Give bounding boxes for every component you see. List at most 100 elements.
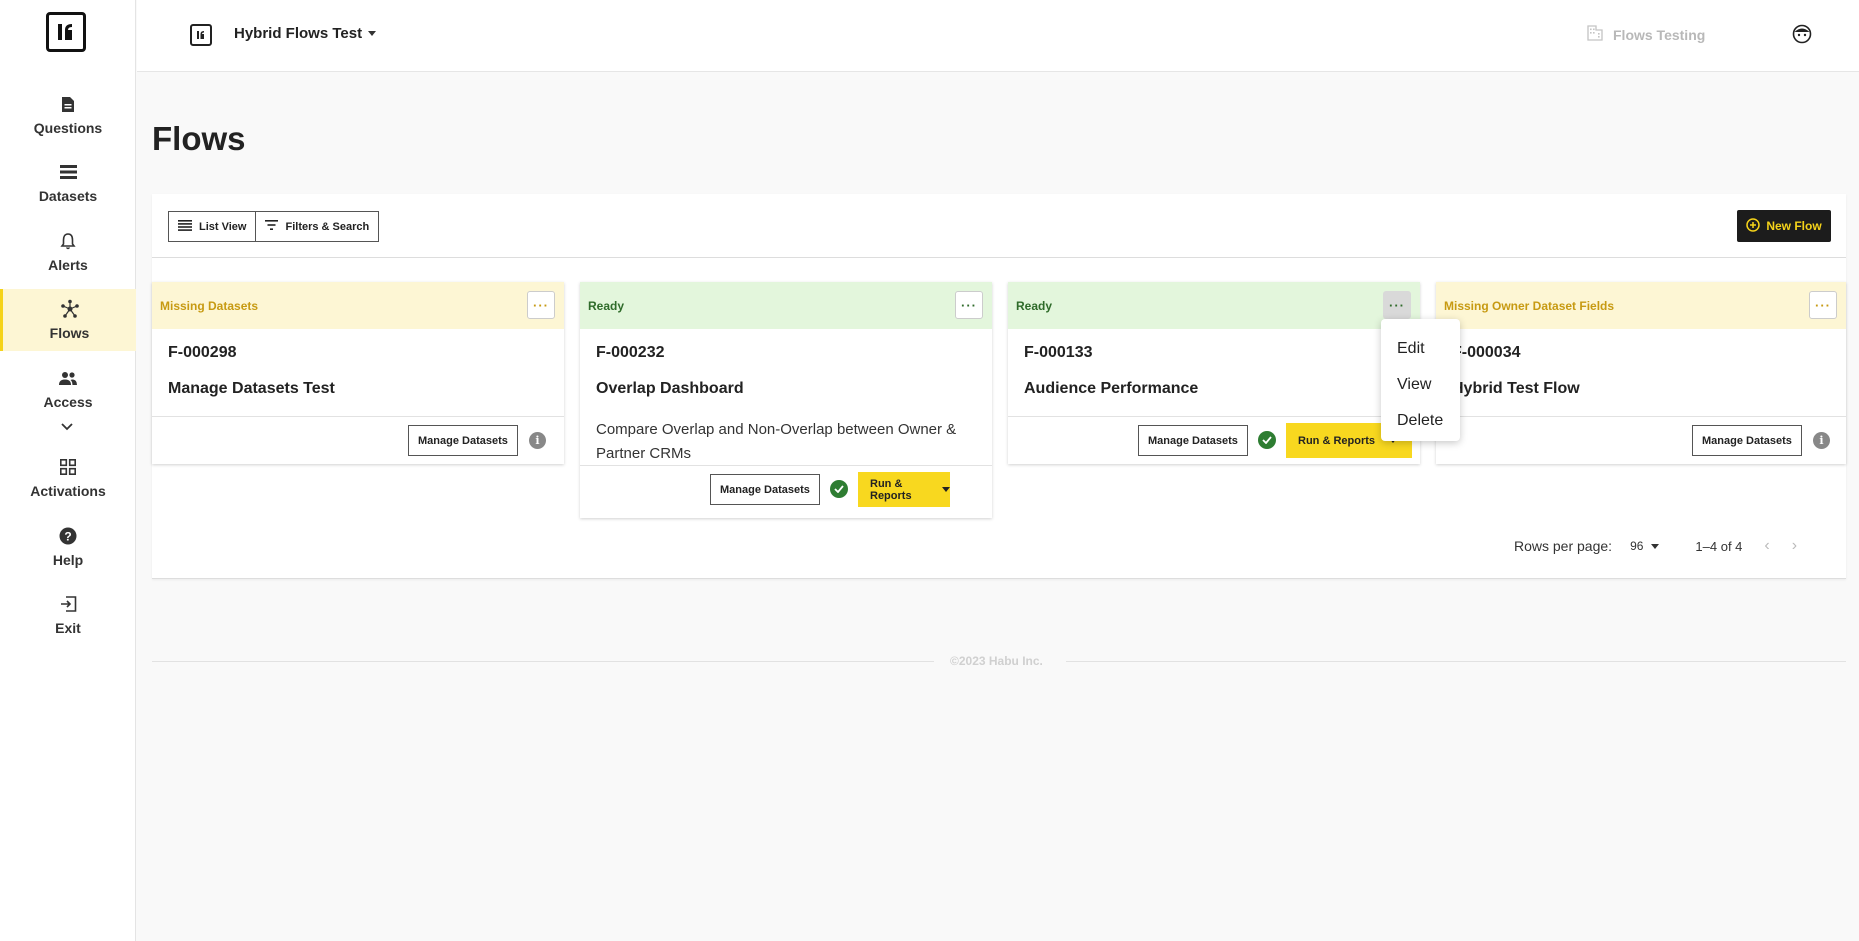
list-icon [178,219,192,234]
more-horizontal-icon: ··· [1815,297,1831,313]
flow-id: F-000232 [596,344,665,361]
run-reports-label: Run & Reports [1298,434,1375,447]
sidebar-item-questions[interactable]: Questions [0,84,136,146]
previous-page-button[interactable]: ‹ [1764,537,1769,555]
exit-icon [58,594,78,614]
info-icon[interactable]: i [529,432,546,449]
chevron-down-icon[interactable] [60,420,74,434]
sidebar-item-flows[interactable]: Flows [0,289,136,351]
more-horizontal-icon: ··· [961,297,977,313]
workspace-logo-icon [190,24,212,46]
flow-id: F-000298 [168,344,237,361]
top-bar: Hybrid Flows Test Flows Testing [137,0,1859,72]
sidebar-item-activations[interactable]: Activations [0,447,136,509]
add-circle-icon [1746,217,1761,235]
footer-divider [152,661,934,662]
sidebar-item-exit[interactable]: Exit [0,584,136,646]
manage-datasets-button[interactable]: Manage Datasets [408,425,518,456]
filter-icon [265,220,279,233]
sidebar-item-alerts[interactable]: Alerts [0,221,136,283]
card-footer: Manage Datasets Run & Reports [1008,416,1420,464]
card-footer: Manage Datasets i [152,416,564,464]
organization-label[interactable]: Flows Testing [1587,25,1705,44]
info-icon[interactable]: i [1813,432,1830,449]
flows-icon [60,299,80,319]
new-flow-button[interactable]: New Flow [1737,210,1831,242]
menu-item-view[interactable]: View [1381,367,1460,403]
flow-description: Compare Overlap and Non-Overlap between … [596,421,957,462]
view-button-group: List View Filters & Search [168,211,380,242]
sidebar-item-help[interactable]: ? Help [0,516,136,578]
flow-card: Missing Datasets ··· F-000298 Manage Dat… [152,282,564,464]
flow-id: F-000133 [1024,344,1093,361]
new-flow-label: New Flow [1766,219,1822,233]
flow-name[interactable]: Audience Performance [1024,380,1198,398]
flows-toolbar: List View Filters & Search New Flow [152,194,1846,258]
sidebar-item-label: Activations [30,483,106,499]
sidebar-item-label: Exit [55,620,81,636]
flow-card: Ready ··· F-000232 Overlap Dashboard Com… [580,282,992,518]
more-options-button[interactable]: ··· [1809,291,1837,319]
run-reports-label: Run & Reports [870,477,912,502]
manage-datasets-button[interactable]: Manage Datasets [1138,425,1248,456]
grid-icon [58,457,78,477]
manage-datasets-button[interactable]: Manage Datasets [1692,425,1802,456]
sidebar-item-label: Datasets [38,188,98,204]
page-range: 1–4 of 4 [1695,538,1743,554]
card-status-bar: Ready ··· [580,282,992,329]
flow-name[interactable]: Hybrid Test Flow [1452,380,1580,398]
more-horizontal-icon: ··· [1389,297,1405,313]
caret-down-icon [942,487,950,492]
app-logo[interactable] [46,12,86,52]
flow-name[interactable]: Manage Datasets Test [168,380,335,398]
rows-per-page-select[interactable]: 96 [1630,539,1660,553]
more-horizontal-icon: ··· [533,297,549,313]
manage-datasets-button[interactable]: Manage Datasets [710,474,820,505]
status-badge: Ready [588,298,625,313]
organization-name: Flows Testing [1613,26,1706,43]
list-view-button[interactable]: List View [168,211,257,242]
user-avatar-icon[interactable] [1792,24,1812,44]
sidebar-item-label: Access [43,394,93,410]
help-icon: ? [58,526,78,546]
sidebar-item-label: Alerts [48,257,88,273]
sidebar-item-label: Flows [49,325,90,341]
menu-item-delete[interactable]: Delete [1381,403,1460,439]
flow-id: F-000034 [1452,344,1521,361]
sidebar-item-datasets[interactable]: Datasets [0,152,136,214]
menu-item-edit[interactable]: Edit [1381,331,1460,367]
svg-text:?: ? [64,530,71,544]
filters-search-button[interactable]: Filters & Search [256,211,380,242]
caret-down-icon [368,31,377,36]
workspace-selector[interactable]: Hybrid Flows Test [234,25,377,42]
check-circle-icon [1258,431,1276,449]
flows-panel: List View Filters & Search New Flow Miss… [152,194,1846,579]
more-options-button[interactable]: ··· [955,291,983,319]
rows-per-page-label: Rows per page: [1514,538,1613,554]
card-footer: Manage Datasets i [1436,416,1846,464]
caret-down-icon [1651,543,1660,549]
check-circle-icon [830,480,848,498]
card-status-bar: Missing Owner Dataset Fields ··· [1436,282,1846,329]
status-badge: Missing Datasets [160,298,259,313]
more-options-button[interactable]: ··· [527,291,555,319]
next-page-button[interactable]: › [1792,537,1797,555]
sidebar-item-access[interactable]: Access [0,358,136,420]
flow-card: Missing Owner Dataset Fields ··· F-00003… [1436,282,1846,464]
page-title: Flows [152,120,246,157]
document-icon [58,94,78,114]
card-status-bar: Ready ··· [1008,282,1420,329]
more-options-button[interactable]: ··· [1383,291,1411,319]
habu-logo-icon [58,24,72,40]
list-view-label: List View [199,220,247,233]
card-footer: Manage Datasets Run & Reports [580,465,992,513]
card-status-bar: Missing Datasets ··· [152,282,564,329]
card-context-menu: Edit View Delete [1381,319,1460,441]
sidebar-item-label: Questions [33,120,103,136]
run-reports-button[interactable]: Run & Reports [858,472,950,507]
flow-name[interactable]: Overlap Dashboard [596,380,744,398]
rows-per-page-value: 96 [1630,539,1644,553]
workspace-name: Hybrid Flows Test [234,25,363,42]
building-icon [1587,25,1603,44]
status-badge: Ready [1016,298,1053,313]
